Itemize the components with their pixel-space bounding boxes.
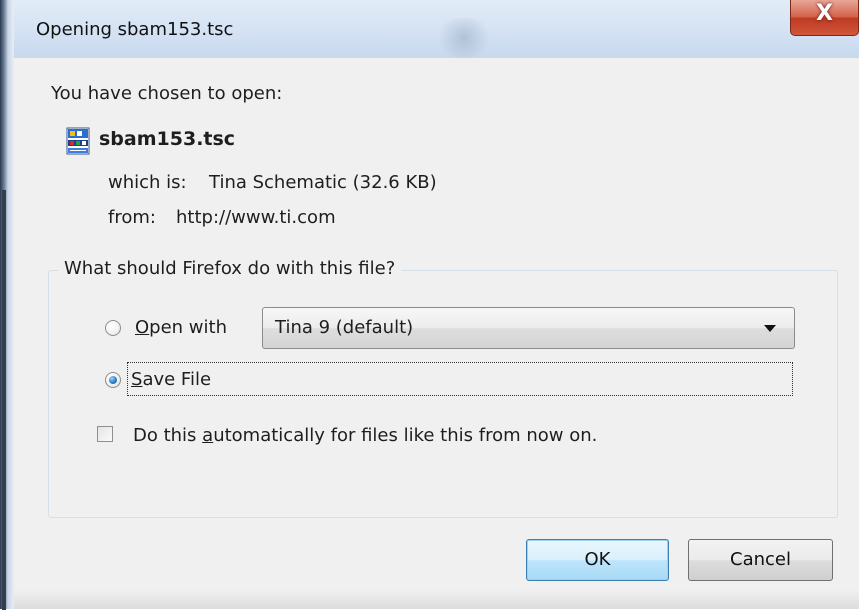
file-source-value: http://www.ti.com xyxy=(176,207,336,228)
save-file-mnemonic: S xyxy=(131,369,143,390)
cancel-button[interactable]: Cancel xyxy=(688,539,833,581)
action-group-legend: What should Firefox do with this file? xyxy=(58,258,402,282)
auto-action-mnemonic: a xyxy=(202,425,214,446)
intro-text: You have chosen to open: xyxy=(51,83,283,104)
file-source-label: from: xyxy=(108,207,156,228)
save-file-focus-outline xyxy=(127,362,793,396)
open-with-label-rest: pen with xyxy=(149,317,227,338)
application-select-value: Tina 9 (default) xyxy=(275,317,414,338)
open-with-radio[interactable] xyxy=(105,320,121,336)
save-file-radio[interactable] xyxy=(105,372,121,388)
file-type-label: which is: xyxy=(108,172,187,193)
open-with-label[interactable]: Open with xyxy=(135,317,227,338)
titlebar-glow xyxy=(434,18,494,58)
ok-button[interactable]: OK xyxy=(526,539,669,581)
auto-action-label-before: Do this xyxy=(133,425,203,446)
save-file-label-rest: ave File xyxy=(142,369,212,390)
close-icon: X xyxy=(816,1,833,26)
title-bar: Opening sbam153.tsc X xyxy=(14,0,859,58)
window-title: Opening sbam153.tsc xyxy=(36,19,234,40)
file-name: sbam153.tsc xyxy=(99,128,236,150)
close-button[interactable]: X xyxy=(790,0,859,36)
tina-schematic-file-icon xyxy=(66,127,90,155)
action-group-legend-text: What should Firefox do with this file? xyxy=(64,258,396,279)
application-select[interactable]: Tina 9 (default) xyxy=(262,307,795,349)
auto-action-label-after: utomatically for files like this from no… xyxy=(213,425,598,446)
dialog-body-shade xyxy=(14,590,859,609)
background-window-edge xyxy=(0,0,14,610)
file-type-value: Tina Schematic (32.6 KB) xyxy=(209,172,437,193)
auto-action-checkbox[interactable] xyxy=(97,426,113,442)
open-with-mnemonic: O xyxy=(135,317,150,338)
chevron-down-icon[interactable] xyxy=(764,325,776,332)
auto-action-label[interactable]: Do this automatically for files like thi… xyxy=(133,425,597,446)
background-window-notch xyxy=(2,190,6,610)
save-file-label[interactable]: Save File xyxy=(131,369,211,390)
